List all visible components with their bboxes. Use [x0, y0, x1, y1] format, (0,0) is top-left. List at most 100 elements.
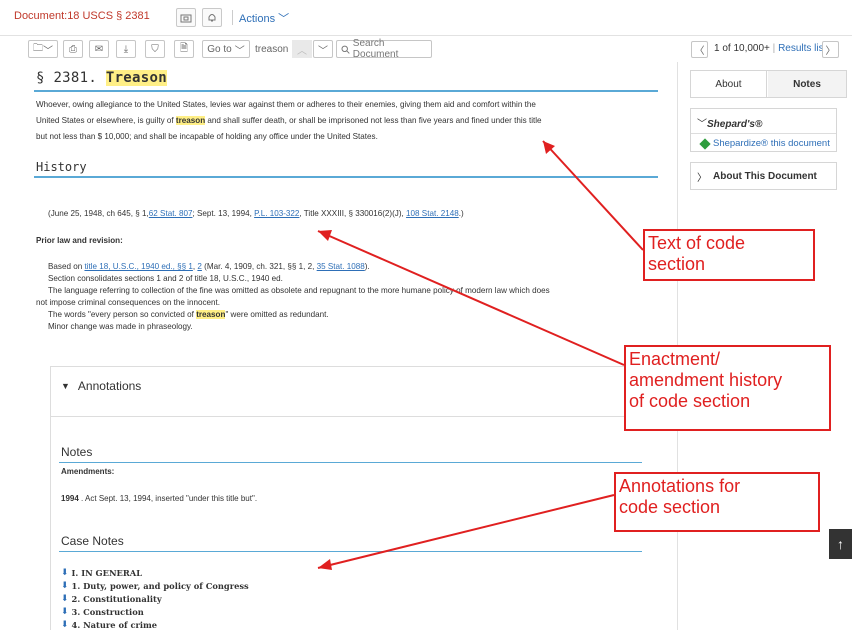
alert-bell-button[interactable] [202, 8, 222, 27]
callout-text-of-section: Text of code section [643, 229, 815, 281]
section-heading: § 2381. Treason [36, 70, 167, 86]
public-law-link[interactable]: P.L. 103-322 [254, 209, 299, 218]
history-span: .) [458, 209, 464, 218]
prior-span: ). [364, 262, 370, 271]
results-list-link[interactable]: Results list [778, 43, 826, 54]
amendment-text: . Act Sept. 13, 1994, inserted "under th… [81, 494, 258, 503]
shepardize-tool-button[interactable]: ⛉ [145, 40, 165, 58]
shepards-signal-icon [699, 137, 711, 150]
chevron-down-icon: ﹀ [278, 13, 290, 25]
case-note-item[interactable]: ⬇ 3. Construction [61, 605, 249, 618]
download-button[interactable]: ⤓ [116, 40, 136, 58]
shepards-divider [691, 133, 836, 134]
about-this-document-toggle[interactable]: 〉 About This Document [690, 162, 837, 190]
download-icon: ⬇ [61, 619, 69, 630]
section-number: § 2381. [36, 70, 98, 86]
goto-dropdown[interactable]: Go to ﹀ [202, 40, 250, 58]
goto-label: Go to [207, 43, 232, 55]
arrow-up-icon: ↑ [837, 536, 844, 552]
chevron-right-icon: 〉 [825, 46, 836, 57]
case-notes-heading: Case Notes [61, 534, 124, 548]
document-view-button[interactable]: 🗎 [174, 40, 194, 58]
tab-notes[interactable]: Notes [768, 71, 846, 97]
prior-span: , [192, 262, 196, 271]
heading-rule [59, 462, 642, 463]
folder-icon: 🗀 [33, 42, 43, 54]
case-note-label: 4. Nature of crime [71, 619, 158, 630]
title-18-link[interactable]: title 18, U.S.C., 1940 ed., §§ 1 [84, 262, 192, 271]
document-icon: 🗎 [179, 42, 189, 54]
heading-rule [34, 90, 658, 92]
folder-dropdown-button[interactable]: 🗀 ﹀ [28, 40, 58, 58]
shepards-toggle[interactable]: ﹀Shepard's® [697, 115, 762, 130]
folder-icon [180, 14, 192, 22]
search-hit-treason: treason [196, 310, 226, 319]
history-span: , Title XXXIII, § 330016(2)(J), [299, 209, 404, 218]
shepards-heading: Shepard's® [707, 119, 763, 130]
history-heading: History [36, 160, 87, 174]
print-button[interactable]: ⎙ [63, 40, 83, 58]
folder-save-button[interactable] [176, 8, 196, 27]
history-span: ; Sept. 13, 1994, [192, 209, 252, 218]
search-document-input[interactable]: Search Document [336, 38, 432, 60]
heading-rule [59, 551, 642, 552]
callout-annotations: Annotations for code section [614, 472, 820, 532]
download-icon: ⬇ [61, 593, 69, 604]
section-text-line: United States or elsewhere, is guilty of… [36, 113, 542, 129]
header-separator [232, 10, 233, 25]
section-text-span: and shall suffer death, or shall be impr… [205, 116, 542, 125]
chevron-up-icon: ︿ [297, 45, 307, 57]
search-icon [341, 45, 350, 54]
chevron-left-icon: 〈 [694, 46, 705, 57]
prior-law-text: Based on title 18, U.S.C., 1940 ed., §§ … [36, 261, 550, 333]
section-2-link[interactable]: 2 [197, 262, 202, 271]
shepardize-link[interactable]: Shepardize® this document [699, 137, 830, 150]
section-text: Whoever, owing allegiance to the United … [36, 97, 542, 145]
annotations-toggle[interactable]: ▼ Annotations [61, 379, 141, 393]
history-span: (June 25, 1948, ch 645, § 1, [48, 209, 149, 218]
case-note-item[interactable]: ⬇ 2. Constitutionality [61, 592, 249, 605]
actions-label: Actions [239, 13, 276, 25]
callout-history: Enactment/ amendment history of code sec… [624, 345, 831, 431]
notes-heading: Notes [61, 445, 93, 459]
next-result-button[interactable]: 〉 [822, 41, 839, 58]
amendment-year: 1994 [61, 494, 79, 503]
document-toolbar: 🗀 ﹀ ⎙ ✉ ⤓ ⛉ 🗎 Go to ﹀ treason ︿ ﹀ Search D… [0, 36, 852, 62]
prior-law-line: The language referring to collection of … [48, 286, 550, 295]
print-icon: ⎙ [69, 43, 77, 55]
prior-law-heading: Prior law and revision: [36, 236, 123, 245]
actions-menu[interactable]: Actions ﹀ [239, 10, 289, 26]
case-notes-list: ⬇ I. IN GENERAL ⬇ 1. Duty, power, and poli… [61, 566, 249, 630]
scroll-to-top-button[interactable]: ↑ [829, 529, 852, 559]
prior-span: (Mar. 4, 1909, ch. 321, §§ 1, 2, [204, 262, 315, 271]
stat-link-62-807[interactable]: 62 Stat. 807 [149, 209, 193, 218]
prior-law-line: Section consolidates sections 1 and 2 of… [48, 274, 283, 283]
amendments-heading: Amendments: [61, 467, 115, 476]
annotations-heading: Annotations [77, 379, 142, 393]
amendment-entry: 1994 . Act Sept. 13, 1994, inserted "und… [61, 494, 257, 503]
case-note-item[interactable]: ⬇ I. IN GENERAL [61, 566, 249, 579]
shepardize-label: Shepardize® this document [713, 138, 830, 149]
section-text-line: but not less than $ 10,000; and shall be… [36, 132, 378, 141]
heading-rule [34, 176, 658, 178]
email-button[interactable]: ✉ [89, 40, 109, 58]
next-term-button[interactable]: ﹀ [313, 40, 333, 58]
annotations-panel: ▼ Annotations Notes Amendments: 1994 . A… [50, 366, 658, 630]
search-hit-treason: treason [175, 116, 206, 125]
shepards-panel: ﹀Shepard's® Shepardize® this document [690, 108, 837, 152]
case-note-item[interactable]: ⬇ 1. Duty, power, and policy of Congress [61, 579, 249, 592]
previous-term-button[interactable]: ︿ [292, 40, 312, 58]
case-note-item[interactable]: ⬇ 4. Nature of crime [61, 618, 249, 630]
tab-about[interactable]: About [691, 71, 767, 97]
download-icon: ⬇ [61, 606, 69, 617]
chevron-down-icon: ﹀ [697, 119, 707, 130]
previous-result-button[interactable]: 〈 [691, 41, 708, 58]
sidebar-tabs: About Notes [690, 70, 847, 98]
document-content: § 2381. Treason Whoever, owing allegianc… [28, 62, 658, 630]
chevron-right-icon: 〉 [697, 172, 707, 184]
stat-link-108-2148[interactable]: 108 Stat. 2148 [406, 209, 459, 218]
download-icon: ⬇ [61, 567, 69, 578]
stat-link-35-1088[interactable]: 35 Stat. 1088 [317, 262, 365, 271]
prior-span: Based on [48, 262, 83, 271]
case-note-label: 3. Construction [71, 606, 144, 617]
